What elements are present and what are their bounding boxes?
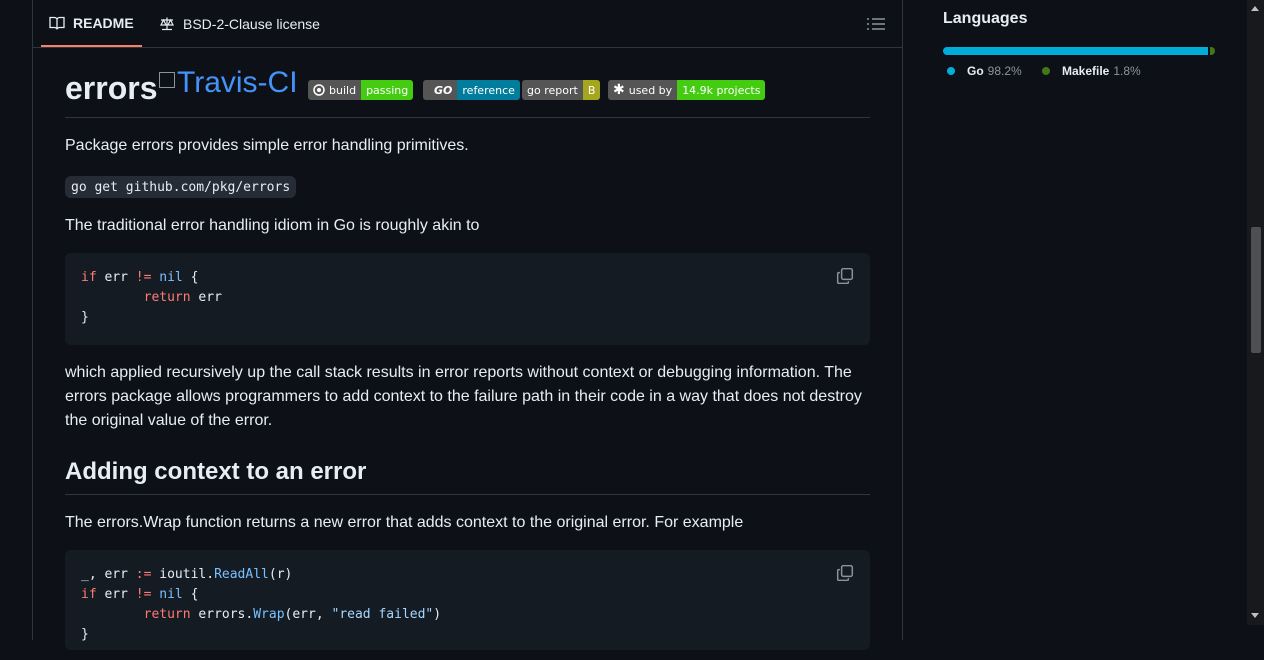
travis-ci-link[interactable]: Travis-CI bbox=[159, 66, 298, 100]
book-icon bbox=[49, 16, 65, 30]
go-logo-icon: GO bbox=[423, 80, 458, 100]
build-badge-label: build bbox=[308, 80, 362, 100]
language-name-makefile: Makefile bbox=[1062, 64, 1110, 78]
title-row: errors Travis-CI build passing GO refere… bbox=[65, 64, 870, 118]
explain-paragraph: which applied recursively up the call st… bbox=[65, 364, 862, 429]
language-item-makefile[interactable]: Makefile 1.8% bbox=[1042, 64, 1141, 78]
tab-license[interactable]: BSD-2-Clause license bbox=[151, 0, 328, 47]
travis-ci-alt-text: Travis-CI bbox=[177, 66, 298, 99]
tab-readme-label: README bbox=[73, 14, 134, 31]
languages-title: Languages bbox=[943, 10, 1028, 27]
go-reference-badge[interactable]: GO reference bbox=[423, 80, 520, 100]
page-scrollbar[interactable] bbox=[1247, 0, 1264, 625]
go-report-label: go report bbox=[522, 80, 583, 100]
page-title: errors bbox=[65, 70, 158, 106]
outline-menu-icon[interactable] bbox=[865, 14, 887, 34]
readme-container: README BSD-2-Clause license errors Travi… bbox=[32, 0, 903, 650]
go-report-badge[interactable]: go report B bbox=[522, 80, 601, 100]
build-badge[interactable]: build passing bbox=[308, 80, 414, 100]
copy-icon[interactable] bbox=[836, 564, 854, 582]
scroll-up-arrow-icon[interactable] bbox=[1251, 6, 1259, 11]
travis-logo-icon bbox=[313, 84, 325, 96]
code-block-2-text: _, err := ioutil.ReadAll(r) if err != ni… bbox=[81, 567, 442, 642]
law-icon bbox=[160, 17, 174, 30]
go-report-grade: B bbox=[582, 80, 601, 100]
asterisk-icon: ✱ bbox=[613, 82, 625, 98]
intro-paragraph: Package errors provides simple error han… bbox=[65, 137, 469, 154]
language-bar-makefile bbox=[1210, 47, 1215, 55]
tab-readme[interactable]: README bbox=[41, 0, 142, 47]
language-name-go: Go bbox=[967, 64, 984, 78]
used-by-badge[interactable]: ✱ used by 14.9k projects bbox=[608, 80, 766, 100]
build-badge-value: passing bbox=[361, 80, 414, 100]
languages-bar bbox=[943, 47, 1215, 55]
go-color-dot bbox=[947, 67, 955, 75]
scrollbar-thumb[interactable] bbox=[1251, 227, 1261, 353]
code-block-1-text: if err != nil { return err } bbox=[81, 270, 222, 325]
install-command: go get github.com/pkg/errors bbox=[65, 176, 297, 198]
go-reference-value: reference bbox=[457, 80, 520, 100]
language-percent-makefile: 1.8% bbox=[1113, 64, 1141, 78]
used-by-label: ✱ used by bbox=[608, 80, 678, 100]
code-block-2: _, err := ioutil.ReadAll(r) if err != ni… bbox=[65, 550, 870, 650]
broken-image-icon bbox=[159, 72, 175, 88]
used-by-value: 14.9k projects bbox=[677, 80, 766, 100]
wrap-paragraph: The errors.Wrap function returns a new e… bbox=[65, 514, 744, 531]
scroll-down-arrow-icon[interactable] bbox=[1251, 613, 1259, 618]
idiom-paragraph: The traditional error handling idiom in … bbox=[65, 217, 480, 234]
language-percent-go: 98.2% bbox=[987, 64, 1022, 78]
language-item-go[interactable]: Go 98.2% bbox=[947, 64, 1022, 78]
code-block-1: if err != nil { return err } bbox=[65, 253, 870, 345]
section-heading: Adding context to an error bbox=[65, 458, 870, 495]
makefile-color-dot bbox=[1042, 67, 1050, 75]
copy-icon[interactable] bbox=[836, 267, 854, 285]
readme-tabbar: README BSD-2-Clause license bbox=[33, 0, 902, 48]
tab-license-label: BSD-2-Clause license bbox=[183, 15, 320, 32]
language-bar-go bbox=[943, 47, 1209, 55]
